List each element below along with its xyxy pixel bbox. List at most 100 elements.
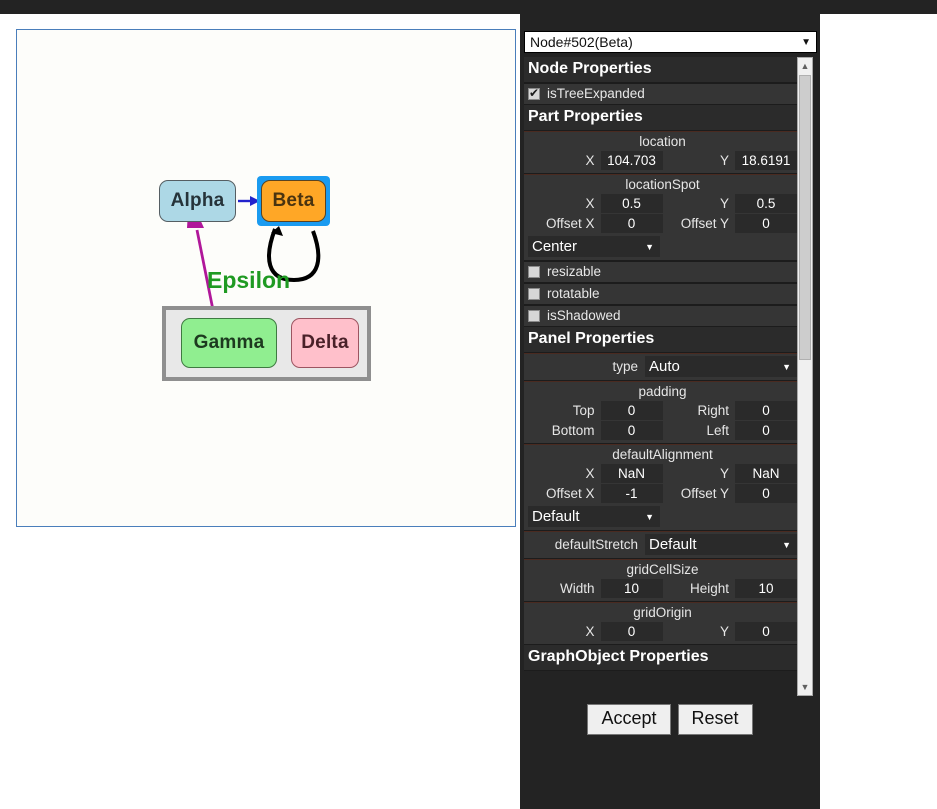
checkbox-row: rotatable	[524, 283, 801, 305]
accept-button[interactable]: Accept	[587, 704, 671, 735]
chevron-down-icon: ▼	[645, 511, 654, 522]
value-field[interactable]: 0	[600, 421, 663, 440]
field-label: Left	[706, 423, 729, 438]
field-label: Offset X	[545, 216, 595, 231]
value-field[interactable]: NaN	[735, 464, 797, 483]
value-field[interactable]: 0	[735, 421, 797, 440]
value-field[interactable]: 0	[600, 214, 663, 233]
field-label: X	[585, 466, 595, 481]
section-header: Node Properties	[524, 57, 801, 83]
inspector-panel: Node#502(Beta) ▼ Node Properties isTreeEx…	[520, 14, 820, 809]
property-list[interactable]: Node Properties isTreeExpanded Part Proper…	[524, 57, 801, 696]
checkbox-row: resizable	[524, 261, 801, 283]
node-selector-value: Node#502(Beta)	[530, 34, 633, 50]
top-bar	[0, 0, 937, 14]
field-label: Y	[719, 153, 729, 168]
checkbox-label: rotatable	[547, 286, 600, 301]
field-label: Width	[559, 581, 595, 596]
checkbox-resizable[interactable]	[528, 265, 540, 278]
value-field[interactable]: 0	[600, 622, 663, 641]
value-field[interactable]: 18.6191	[735, 151, 797, 170]
spot-select[interactable]: Default ▼	[528, 506, 660, 527]
app-root: Epsilon Alpha Beta Gamma Delta Node#502(…	[0, 0, 937, 809]
section-header: GraphObject Properties	[524, 645, 801, 671]
node-gamma[interactable]: Gamma	[181, 318, 277, 368]
property-caption: location	[639, 134, 686, 149]
node-gamma-label: Gamma	[193, 332, 265, 353]
property-caption: padding	[638, 384, 687, 399]
value-field[interactable]: 0	[600, 401, 663, 420]
chevron-down-icon: ▼	[782, 539, 791, 550]
select-row: defaultStretch Default ▼	[524, 531, 801, 559]
field-label: Y	[719, 466, 729, 481]
node-delta-label: Delta	[301, 332, 349, 353]
field-label: X	[585, 624, 595, 639]
field-label: defaultStretch	[554, 537, 638, 552]
node-alpha[interactable]: Alpha	[159, 180, 236, 222]
value-field[interactable]: 0	[735, 401, 797, 420]
checkbox-row: isTreeExpanded	[524, 83, 801, 105]
select-defaultStretch[interactable]: Default ▼	[645, 534, 797, 555]
spot-select-value: Default	[532, 508, 580, 525]
diagram-canvas[interactable]: Epsilon Alpha Beta Gamma Delta	[16, 29, 516, 527]
field-label: X	[585, 196, 595, 211]
xy-row: location X 104.703 Y 18.6191	[524, 131, 801, 174]
field-label: Offset X	[545, 486, 595, 501]
property-caption: gridOrigin	[633, 605, 692, 620]
xy-row: gridOrigin X 0 Y 0	[524, 602, 801, 645]
section-header: Part Properties	[524, 105, 801, 131]
field-label: Right	[697, 403, 729, 418]
xy-row: gridCellSize Width 10 Height 10	[524, 559, 801, 602]
select-type[interactable]: Auto ▼	[645, 356, 797, 377]
property-list-scrollbar[interactable]: ▲ ▼	[797, 57, 813, 696]
value-field[interactable]: 10	[600, 579, 663, 598]
value-field[interactable]: 0	[735, 484, 797, 503]
field-label: Height	[689, 581, 729, 596]
field-label: Top	[572, 403, 595, 418]
node-selector-dropdown[interactable]: Node#502(Beta) ▼	[524, 31, 817, 53]
checkbox-label: resizable	[547, 264, 602, 279]
property-caption: defaultAlignment	[612, 447, 713, 462]
scroll-up-button[interactable]: ▲	[798, 58, 812, 74]
inspector-button-row: Accept Reset	[520, 704, 820, 735]
field-label: type	[612, 359, 638, 374]
field-label: Offset Y	[680, 486, 729, 501]
checkbox-label: isTreeExpanded	[547, 86, 645, 101]
value-field[interactable]: NaN	[600, 464, 663, 483]
node-delta[interactable]: Delta	[291, 318, 359, 368]
node-alpha-label: Alpha	[170, 190, 225, 211]
chevron-down-icon: ▼	[645, 241, 654, 252]
quad-row: padding Top 0 Right 0 Bottom 0 Left 0	[524, 381, 801, 444]
node-beta[interactable]: Beta	[261, 180, 326, 222]
checkbox-row: isShadowed	[524, 305, 801, 327]
value-field[interactable]: 10	[735, 579, 797, 598]
section-header: Panel Properties	[524, 327, 801, 353]
value-field[interactable]: -1	[600, 484, 663, 503]
value-field[interactable]: 0	[735, 214, 797, 233]
field-label: Y	[719, 624, 729, 639]
checkbox-rotatable[interactable]	[528, 287, 540, 300]
field-label: X	[585, 153, 595, 168]
value-field[interactable]: 104.703	[600, 151, 663, 170]
property-caption: locationSpot	[625, 177, 700, 192]
spot-row: locationSpot X 0.5 Y 0.5 Offset X 0 Offset Y 0 Ce…	[524, 174, 801, 261]
spot-select[interactable]: Center ▼	[528, 236, 660, 257]
node-beta-label: Beta	[272, 190, 315, 211]
scrollbar-thumb[interactable]	[799, 75, 811, 360]
checkbox-isTreeExpanded[interactable]	[528, 86, 540, 100]
field-label: Y	[719, 196, 729, 211]
property-caption: gridCellSize	[626, 562, 699, 577]
spot-select-value: Center	[532, 238, 578, 255]
chevron-down-icon: ▼	[782, 361, 791, 372]
value-field[interactable]: 0	[735, 622, 797, 641]
field-label: Offset Y	[680, 216, 729, 231]
select-value: Default	[649, 536, 697, 553]
value-field[interactable]: 0.5	[600, 194, 663, 213]
scroll-down-button[interactable]: ▼	[798, 679, 812, 695]
checkbox-isShadowed[interactable]	[528, 309, 540, 322]
value-field[interactable]: 0.5	[735, 194, 797, 213]
select-value: Auto	[649, 358, 680, 375]
spot-row: defaultAlignment X NaN Y NaN Offset X -1 Offset…	[524, 444, 801, 531]
reset-button[interactable]: Reset	[677, 704, 753, 735]
select-row: type Auto ▼	[524, 353, 801, 381]
